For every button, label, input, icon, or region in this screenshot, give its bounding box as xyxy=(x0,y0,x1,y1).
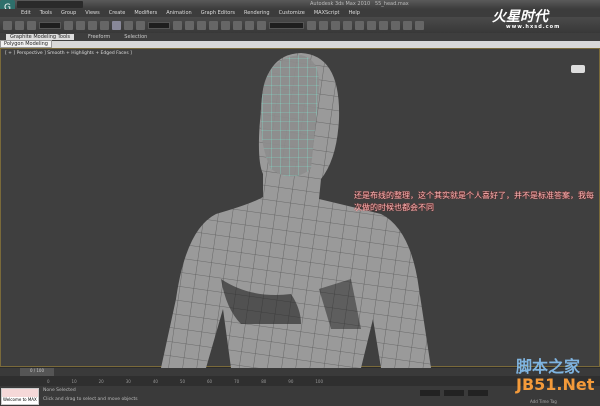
menu-tools[interactable]: Tools xyxy=(40,10,52,16)
unlink-icon[interactable] xyxy=(15,20,24,30)
menu-edit[interactable]: Edit xyxy=(21,10,31,16)
menu-maxscript[interactable]: MAXScript xyxy=(314,10,340,16)
viewcube-icon[interactable] xyxy=(571,65,585,73)
annotation-text: 还是布线的整理，这个其实就是个人喜好了，并不是标准答案，我每次做的时候也都会不同 xyxy=(354,191,594,212)
coordinate-fields xyxy=(420,390,488,396)
angle-snap-icon[interactable] xyxy=(221,20,230,30)
select-icon[interactable] xyxy=(64,20,73,30)
curve-editor-icon[interactable] xyxy=(355,20,364,30)
tick: 90 xyxy=(288,378,294,384)
menu-customize[interactable]: Customize xyxy=(279,10,305,16)
tick: 10 xyxy=(71,378,77,384)
y-coord-field[interactable] xyxy=(444,390,464,396)
tab-freeform[interactable]: Freeform xyxy=(88,34,110,40)
menu-animation[interactable]: Animation xyxy=(166,10,192,16)
ribbon-tabs: Graphite Modeling Tools Freeform Selecti… xyxy=(0,33,600,41)
menu-group[interactable]: Group xyxy=(61,10,76,16)
select-by-name-icon[interactable] xyxy=(76,20,85,30)
manipulate-icon[interactable] xyxy=(185,20,194,30)
named-selection-dropdown[interactable] xyxy=(269,21,304,29)
menu-help[interactable]: Help xyxy=(349,10,360,16)
layer-icon[interactable] xyxy=(331,20,340,30)
time-slider-handle[interactable]: 0 / 100 xyxy=(20,368,54,376)
link-icon[interactable] xyxy=(3,20,12,30)
window-title: Autodesk 3ds Max 2010 55_head.max xyxy=(310,1,409,7)
add-time-tag[interactable]: Add Time Tag xyxy=(530,399,557,404)
selection-filter-dropdown[interactable] xyxy=(39,21,61,29)
hxsd-logo: 火星时代 www.hxsd.com xyxy=(492,9,561,30)
menu-modifiers[interactable]: Modifiers xyxy=(134,10,157,16)
material-editor-icon[interactable] xyxy=(379,20,388,30)
tick: 80 xyxy=(261,378,267,384)
schematic-icon[interactable] xyxy=(367,20,376,30)
rotate-icon[interactable] xyxy=(124,20,133,30)
bind-icon[interactable] xyxy=(27,20,36,30)
menu-create[interactable]: Create xyxy=(109,10,126,16)
prompt-line: Click and drag to select and move object… xyxy=(43,397,138,402)
tick: 30 xyxy=(125,378,131,384)
polygon-modeling-button[interactable]: Polygon Modeling xyxy=(0,40,52,48)
tab-selection[interactable]: Selection xyxy=(124,34,147,40)
track-bar[interactable]: 0 10 20 30 40 50 60 70 80 90 100 xyxy=(0,376,600,386)
tick: 40 xyxy=(152,378,158,384)
tick: 60 xyxy=(207,378,213,384)
menu-views[interactable]: Views xyxy=(85,10,99,16)
graphite-icon[interactable] xyxy=(343,20,352,30)
selection-status: None Selected xyxy=(43,388,76,393)
perspective-viewport[interactable]: [ + ] Perspective ] Smooth + Highlights … xyxy=(0,48,600,368)
region-icon[interactable] xyxy=(88,20,97,30)
status-bar: Welcome to MAX None Selected Click and d… xyxy=(0,386,600,406)
render-frame-icon[interactable] xyxy=(403,20,412,30)
snap-icon[interactable] xyxy=(209,20,218,30)
spinner-snap-icon[interactable] xyxy=(245,20,254,30)
tick: 70 xyxy=(234,378,240,384)
tick: 0 xyxy=(47,378,50,384)
align-icon[interactable] xyxy=(319,20,328,30)
mirror-icon[interactable] xyxy=(307,20,316,30)
tick: 100 xyxy=(315,378,324,384)
percent-snap-icon[interactable] xyxy=(233,20,242,30)
reference-coord-dropdown[interactable] xyxy=(148,21,170,29)
menu-graph-editors[interactable]: Graph Editors xyxy=(201,10,235,16)
z-coord-field[interactable] xyxy=(468,390,488,396)
maxscript-listener[interactable]: Welcome to MAX xyxy=(1,388,39,405)
tick: 20 xyxy=(98,378,104,384)
quick-access-toolbar[interactable] xyxy=(17,1,83,8)
quick-render-icon[interactable] xyxy=(415,20,424,30)
tick: 50 xyxy=(179,378,186,384)
menu-rendering[interactable]: Rendering xyxy=(244,10,270,16)
time-slider[interactable]: 0 / 100 xyxy=(0,368,600,376)
x-coord-field[interactable] xyxy=(420,390,440,396)
keyboard-shortcut-icon[interactable] xyxy=(197,20,206,30)
ribbon-panel: Polygon Modeling xyxy=(0,40,600,48)
scale-icon[interactable] xyxy=(136,20,145,30)
jb51-watermark: 脚本之家 JB51.Net xyxy=(516,357,595,394)
edit-named-selection-icon[interactable] xyxy=(257,20,266,30)
window-crossing-icon[interactable] xyxy=(100,20,109,30)
move-icon[interactable] xyxy=(112,20,121,30)
render-setup-icon[interactable] xyxy=(391,20,400,30)
pivot-icon[interactable] xyxy=(173,20,182,30)
